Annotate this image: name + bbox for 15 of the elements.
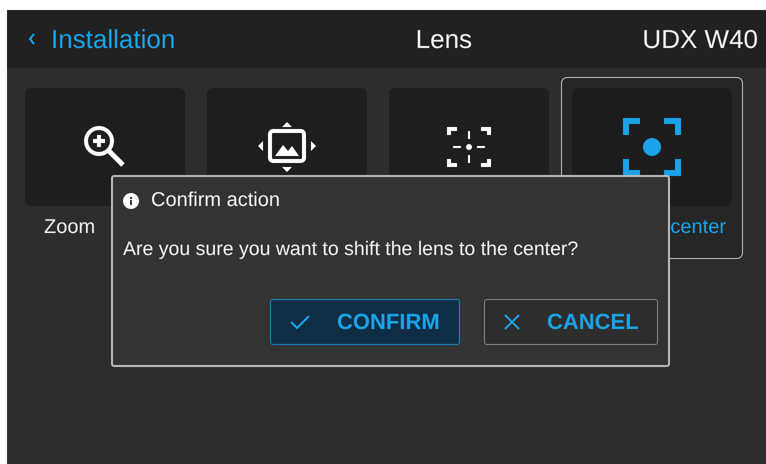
- image-arrows-icon: [256, 121, 318, 173]
- back-button[interactable]: Installation: [27, 24, 176, 54]
- screen-title: Lens: [416, 24, 472, 54]
- chevron-left-icon: [27, 32, 37, 46]
- tile-label: Zoom: [44, 216, 96, 239]
- confirm-button[interactable]: CONFIRM: [270, 299, 460, 345]
- info-icon: [123, 192, 139, 208]
- dialog-title: Confirm action: [151, 189, 280, 212]
- cancel-button[interactable]: CANCEL: [484, 299, 658, 345]
- checkmark-icon: [289, 313, 311, 331]
- dialog-message: Are you sure you want to shift the lens to the center?: [123, 238, 580, 261]
- tile-label: center: [670, 216, 726, 239]
- center-focus-icon: [622, 117, 682, 177]
- close-icon: [503, 313, 521, 331]
- device-name: UDX W40: [642, 24, 758, 54]
